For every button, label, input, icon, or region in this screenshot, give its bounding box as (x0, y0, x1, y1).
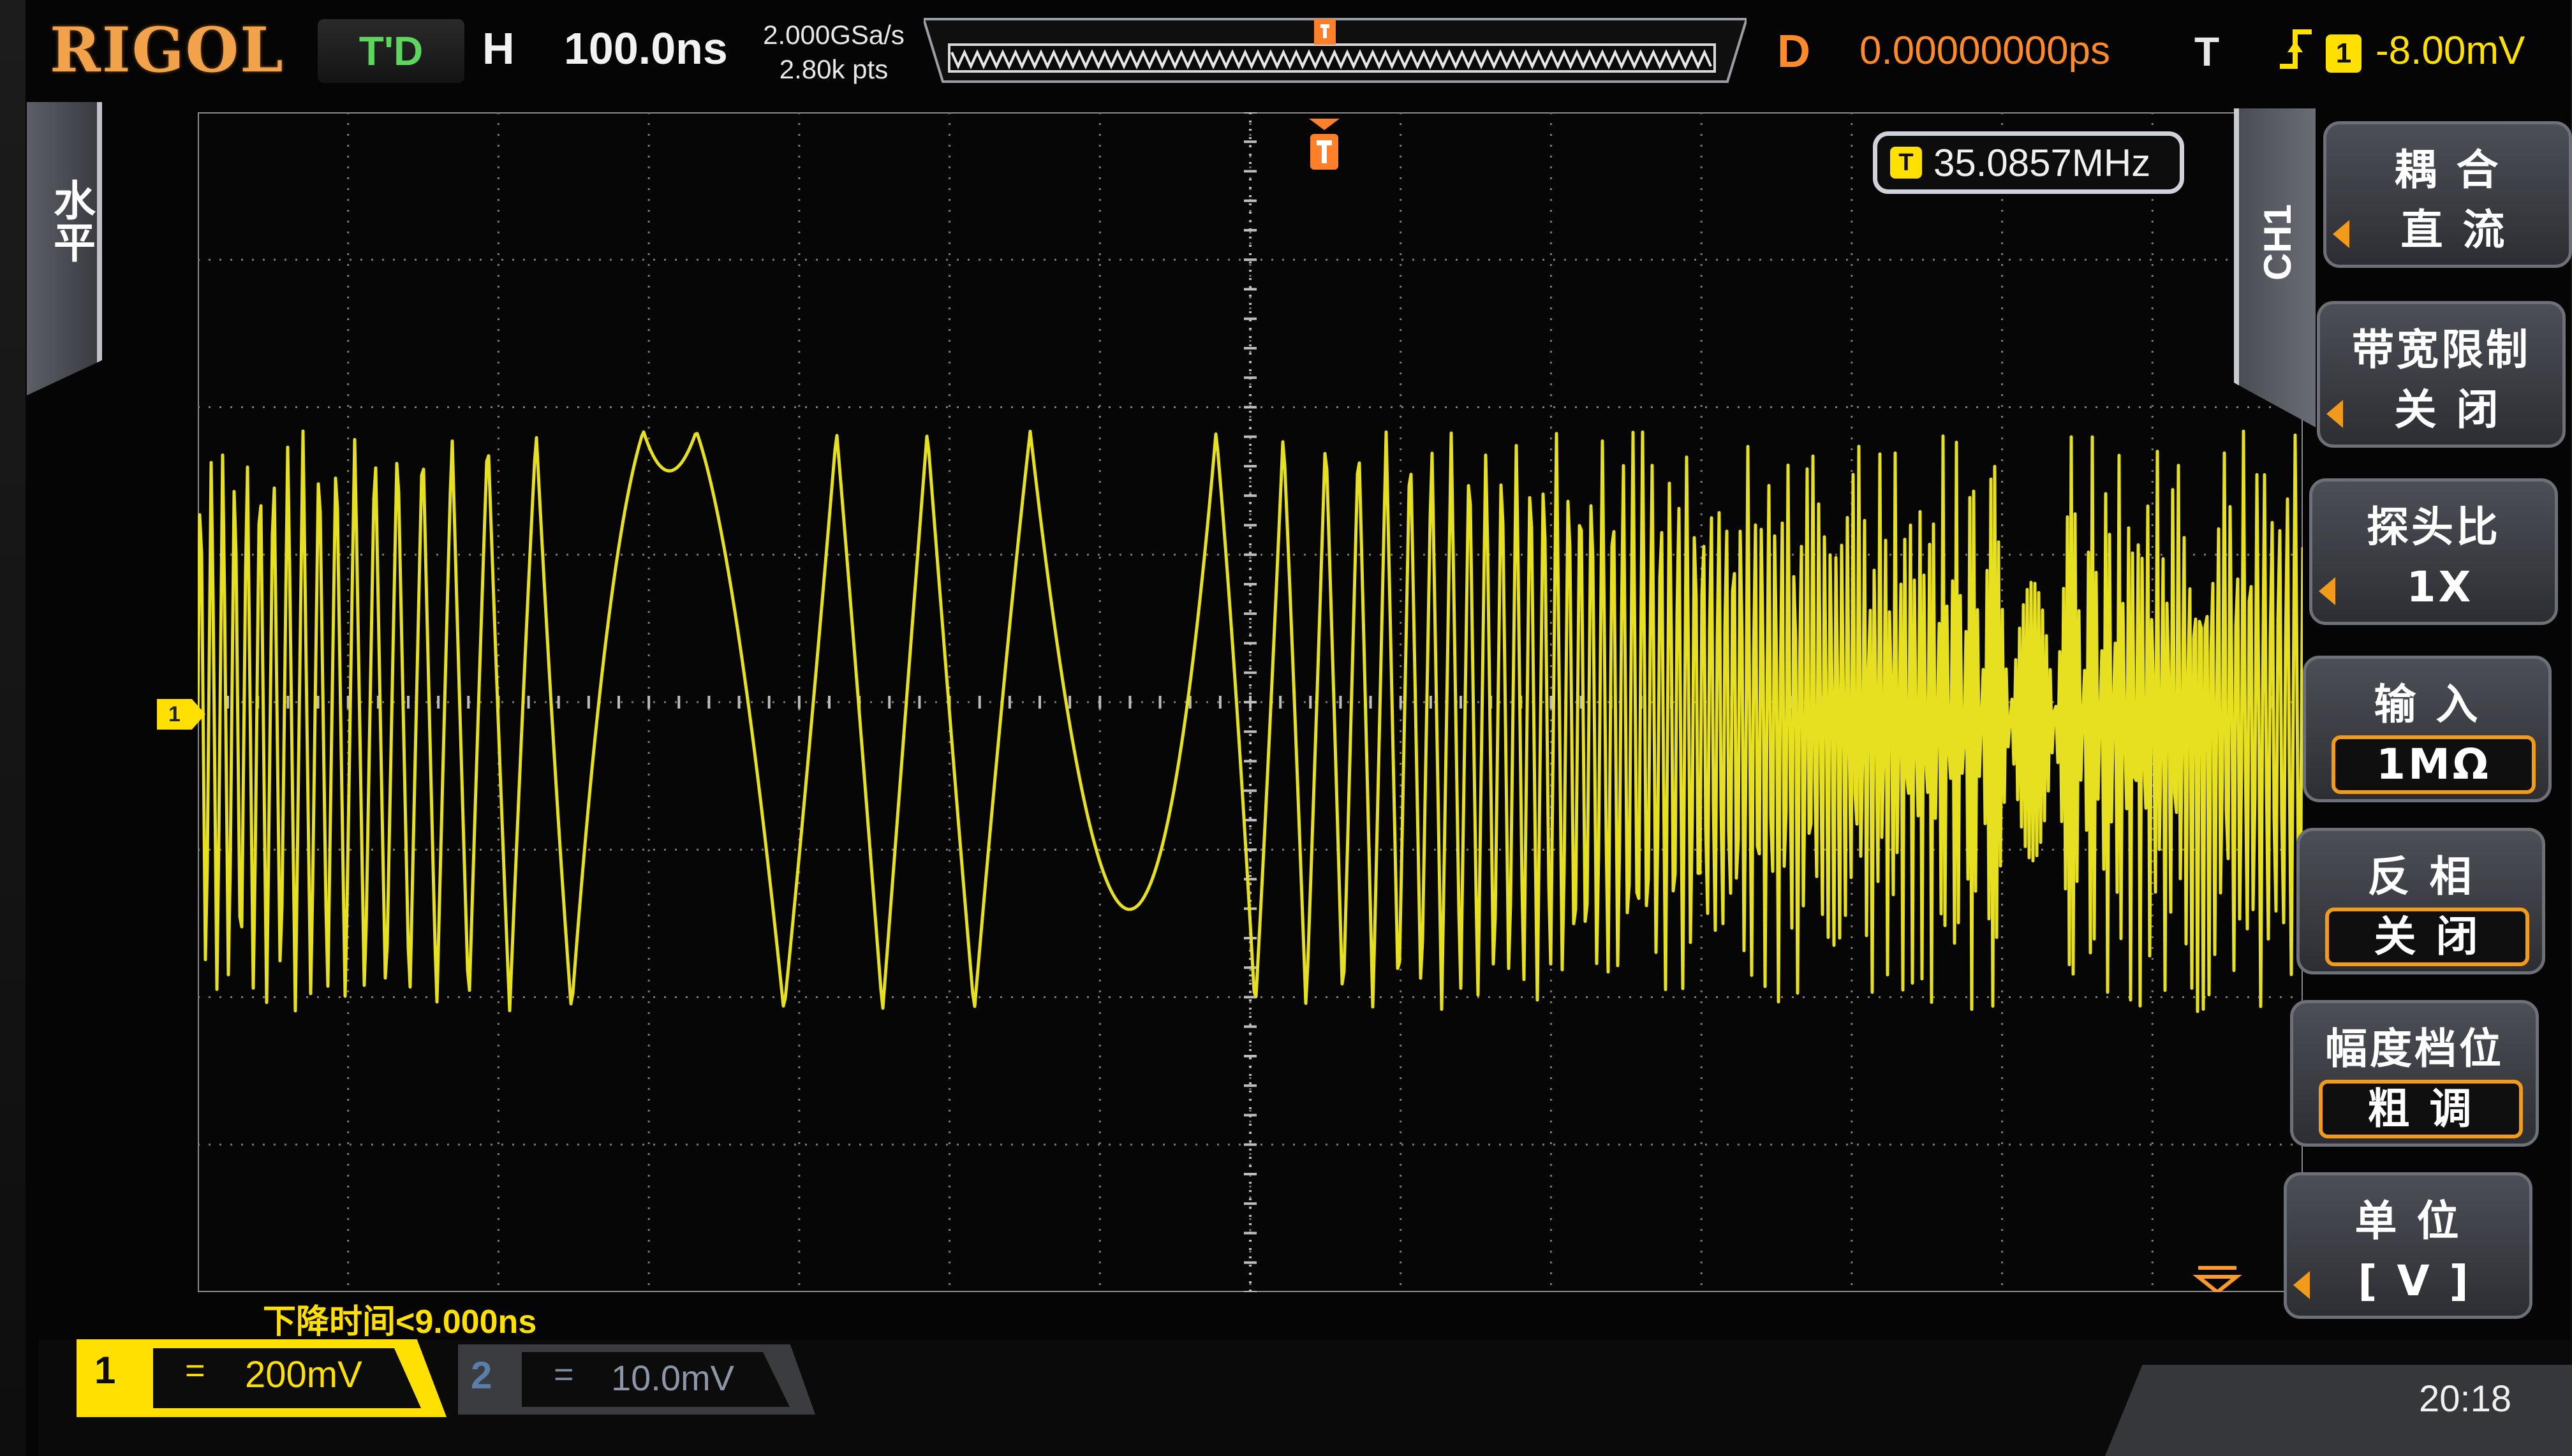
horizontal-tab-label: 水平 (47, 179, 96, 263)
trigger-source-badge: 1 (2326, 34, 2361, 73)
menu-softkey-7[interactable]: 单 位 [ V ] (2284, 1172, 2532, 1319)
softkey-title: 探头比 (2367, 503, 2501, 552)
run-state-label: T'D (358, 28, 424, 74)
ch2-volts-per-div: 10.0mV (611, 1358, 734, 1398)
horizontal-label: H (482, 24, 515, 73)
horizontal-menu-tab[interactable]: 水平 (27, 102, 102, 395)
fall-time-measurement: 下降时间<9.000ns (263, 1304, 537, 1341)
sample-rate: 2.000GSa/s (763, 20, 905, 50)
menu-softkey-6[interactable]: 幅度档位粗 调 (2290, 1000, 2539, 1147)
menu-softkey-3[interactable]: 探头比 1X (2309, 478, 2558, 625)
system-clock: 20:18 (2419, 1378, 2512, 1420)
ch1-number: 1 (94, 1349, 116, 1392)
acquisition-info: 2.000GSa/s 2.80k pts (748, 18, 920, 87)
softkey-title: 耦 合 (2394, 145, 2501, 195)
softkey-title: 反 相 (2367, 852, 2474, 901)
softkey-value: 1MΩ (2332, 735, 2536, 794)
trigger-label: T (2194, 29, 2220, 75)
dc-coupling-icon: = (554, 1355, 574, 1393)
softkey-value: 关 闭 (2394, 385, 2501, 434)
waveform-graticule (198, 112, 2303, 1292)
softkey-value: 1X (2406, 563, 2474, 612)
ch1-volts-per-div: 200mV (245, 1354, 362, 1395)
memory-overview-bar (924, 18, 1747, 83)
ch1-menu-tab[interactable]: CH1 (2234, 108, 2316, 427)
rising-edge-icon (2277, 27, 2314, 82)
trigger-position-icon (1314, 19, 1336, 45)
frequency-value: 35.0857MHz (1933, 141, 2151, 184)
menu-softkey-4[interactable]: 输 入 1MΩ (2303, 656, 2552, 802)
delay-label: D (1777, 26, 1810, 77)
softkey-title: 带宽限制 (2352, 325, 2531, 374)
timebase-value[interactable]: 100.0ns (564, 23, 728, 74)
run-state-indicator[interactable]: T'D (318, 19, 464, 83)
brand-logo: RIGOL (50, 14, 285, 86)
menu-softkey-2[interactable]: 带宽限制关 闭 (2317, 301, 2566, 448)
ch1-tab-label: CH1 (2256, 203, 2299, 281)
value-cycle-arrow-icon (2319, 577, 2335, 605)
softkey-title: 输 入 (2374, 680, 2481, 729)
softkey-title: 单 位 (2354, 1196, 2462, 1246)
delay-value[interactable]: 0.00000000ps (1859, 28, 2110, 73)
menu-softkey-1[interactable]: 耦 合直 流 (2323, 121, 2572, 268)
ch1-scale-indicator[interactable]: 1 = 200mV (77, 1339, 447, 1417)
softkey-value: 关 闭 (2325, 908, 2529, 966)
softkey-value: 直 流 (2400, 205, 2508, 254)
frequency-readout[interactable]: T 35.0857MHz (1873, 131, 2184, 194)
frequency-source-badge: T (1890, 147, 1922, 179)
dc-coupling-icon: = (185, 1351, 205, 1390)
softkey-value: [ V ] (2358, 1256, 2471, 1305)
value-cycle-arrow-icon (2326, 400, 2343, 428)
memory-depth: 2.80k pts (779, 54, 889, 84)
ch2-number: 2 (471, 1354, 492, 1397)
softkey-title: 幅度档位 (2325, 1024, 2504, 1073)
menu-softkey-5[interactable]: 反 相关 闭 (2296, 828, 2545, 974)
ch2-scale-indicator[interactable]: 2 = 10.0mV (458, 1344, 815, 1415)
value-cycle-arrow-icon (2333, 220, 2349, 248)
trigger-level-value[interactable]: -8.00mV (2376, 28, 2525, 73)
softkey-value: 粗 调 (2319, 1080, 2523, 1138)
value-cycle-arrow-icon (2293, 1271, 2310, 1299)
